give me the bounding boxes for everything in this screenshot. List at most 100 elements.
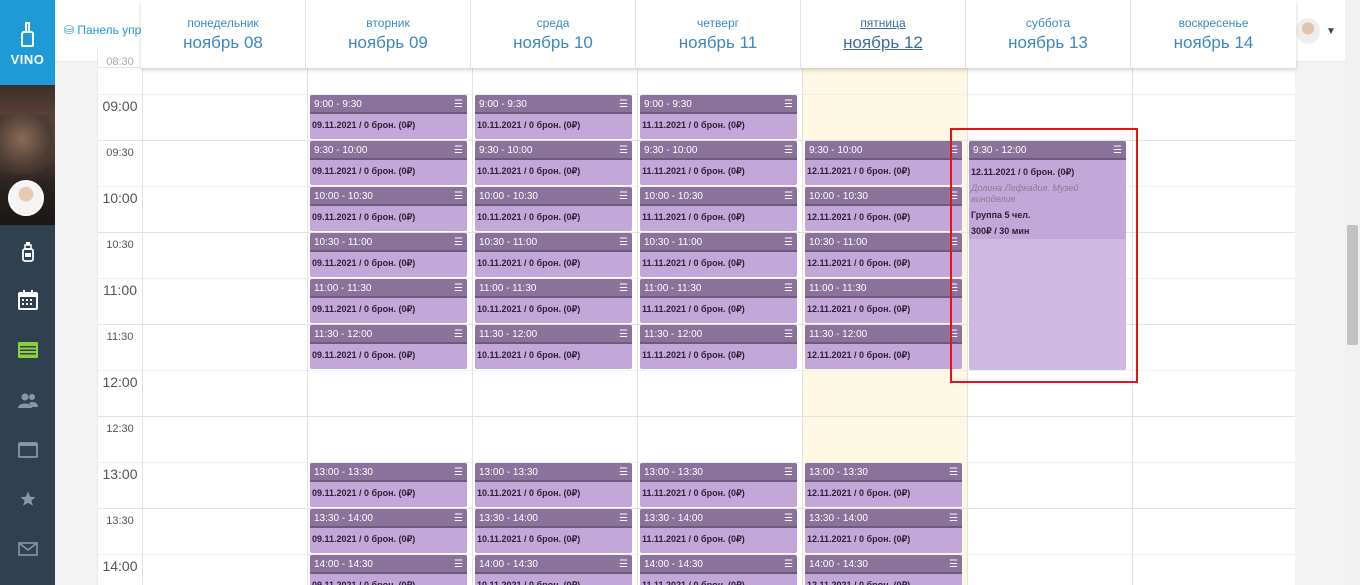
list-icon[interactable]: ☰: [619, 509, 628, 528]
list-icon[interactable]: ☰: [784, 233, 793, 252]
bottle-icon[interactable]: [0, 237, 55, 267]
database-icon: ⛁: [64, 23, 78, 37]
scrollbar-thumb[interactable]: [1347, 225, 1358, 345]
list-icon[interactable]: ☰: [619, 555, 628, 574]
control-panel-link[interactable]: ⛁ Панель упр: [64, 23, 141, 37]
list-icon[interactable]: ☰: [619, 141, 628, 160]
caret-down-icon: ▼: [1326, 26, 1336, 37]
event-card[interactable]: 10:30 - 11:00 ☰ 12.11.2021 / 0 брон. (0₽): [805, 233, 962, 277]
list-icon[interactable]: ☰: [784, 509, 793, 528]
highlight-annotation: [950, 128, 1138, 383]
list-icon[interactable]: ☰: [949, 463, 958, 482]
time-label: 13:30: [106, 515, 134, 527]
logo-text: VINO: [10, 52, 45, 67]
event-card[interactable]: 10:30 - 11:00 ☰ 11.11.2021 / 0 брон. (0₽): [640, 233, 797, 277]
calendar-icon[interactable]: [0, 285, 55, 315]
day-header-sunday[interactable]: воскресенье ноябрь 14: [1131, 0, 1296, 68]
user-menu[interactable]: ▼: [1296, 18, 1336, 48]
event-card[interactable]: 13:00 - 13:30 ☰ 10.11.2021 / 0 брон. (0₽): [475, 463, 632, 507]
event-card[interactable]: 9:30 - 10:00 ☰ 09.11.2021 / 0 брон. (0₽): [310, 141, 467, 185]
list-icon[interactable]: ☰: [454, 509, 463, 528]
day-header-friday[interactable]: пятница ноябрь 12: [801, 0, 966, 68]
time-label: 12:00: [102, 374, 138, 390]
event-card[interactable]: 10:00 - 10:30 ☰ 10.11.2021 / 0 брон. (0₽): [475, 187, 632, 231]
day-header-thursday[interactable]: четверг ноябрь 11: [636, 0, 801, 68]
event-card[interactable]: 11:30 - 12:00 ☰ 11.11.2021 / 0 брон. (0₽): [640, 325, 797, 369]
event-card[interactable]: 13:30 - 14:00 ☰ 10.11.2021 / 0 брон. (0₽): [475, 509, 632, 553]
event-card[interactable]: 9:00 - 9:30 ☰ 11.11.2021 / 0 брон. (0₽): [640, 95, 797, 139]
list-icon[interactable]: ☰: [454, 325, 463, 344]
event-card[interactable]: 14:00 - 14:30 ☰ 12.11.2021 / 0 брон. (0₽): [805, 555, 962, 585]
event-card[interactable]: 9:30 - 10:00 ☰ 10.11.2021 / 0 брон. (0₽): [475, 141, 632, 185]
event-card[interactable]: 11:30 - 12:00 ☰ 09.11.2021 / 0 брон. (0₽): [310, 325, 467, 369]
list-icon[interactable]: ☰: [619, 233, 628, 252]
day-header-saturday[interactable]: суббота ноябрь 13: [966, 0, 1131, 68]
time-label: 12:30: [106, 423, 134, 435]
day-header-wednesday[interactable]: среда ноябрь 10: [471, 0, 636, 68]
time-label: 14:00: [102, 558, 138, 574]
list-icon[interactable]: ☰: [784, 463, 793, 482]
event-card[interactable]: 9:30 - 10:00 ☰ 12.11.2021 / 0 брон. (0₽): [805, 141, 962, 185]
event-card[interactable]: 13:30 - 14:00 ☰ 12.11.2021 / 0 брон. (0₽): [805, 509, 962, 553]
event-card[interactable]: 11:30 - 12:00 ☰ 10.11.2021 / 0 брон. (0₽): [475, 325, 632, 369]
list-icon[interactable]: ☰: [454, 463, 463, 482]
list-icon[interactable]: [0, 335, 55, 365]
time-label: 09:00: [102, 98, 138, 114]
list-icon[interactable]: ☰: [619, 463, 628, 482]
list-icon[interactable]: ☰: [619, 325, 628, 344]
list-icon[interactable]: ☰: [454, 279, 463, 298]
event-card[interactable]: 11:00 - 11:30 ☰ 10.11.2021 / 0 брон. (0₽): [475, 279, 632, 323]
event-card[interactable]: 11:00 - 11:30 ☰ 12.11.2021 / 0 брон. (0₽): [805, 279, 962, 323]
day-header-monday[interactable]: понедельник ноябрь 08: [141, 0, 306, 68]
list-icon[interactable]: ☰: [454, 555, 463, 574]
list-icon[interactable]: ☰: [619, 187, 628, 206]
list-icon[interactable]: ☰: [949, 509, 958, 528]
event-card[interactable]: 9:00 - 9:30 ☰ 09.11.2021 / 0 брон. (0₽): [310, 95, 467, 139]
list-icon[interactable]: ☰: [784, 187, 793, 206]
event-card[interactable]: 9:00 - 9:30 ☰ 10.11.2021 / 0 брон. (0₽): [475, 95, 632, 139]
event-card[interactable]: 11:30 - 12:00 ☰ 12.11.2021 / 0 брон. (0₽): [805, 325, 962, 369]
time-label: 13:00: [102, 466, 138, 482]
day-header-tuesday[interactable]: вторник ноябрь 09: [306, 0, 471, 68]
list-icon[interactable]: ☰: [454, 233, 463, 252]
star-icon[interactable]: [0, 484, 55, 514]
list-icon[interactable]: ☰: [454, 187, 463, 206]
app-logo[interactable]: VINO: [0, 0, 55, 85]
event-card[interactable]: 14:00 - 14:30 ☰ 11.11.2021 / 0 брон. (0₽): [640, 555, 797, 585]
event-card[interactable]: 9:30 - 10:00 ☰ 11.11.2021 / 0 брон. (0₽): [640, 141, 797, 185]
event-card[interactable]: 10:00 - 10:30 ☰ 12.11.2021 / 0 брон. (0₽): [805, 187, 962, 231]
users-icon[interactable]: [0, 385, 55, 415]
event-card[interactable]: 11:00 - 11:30 ☰ 09.11.2021 / 0 брон. (0₽): [310, 279, 467, 323]
event-card[interactable]: 11:00 - 11:30 ☰ 11.11.2021 / 0 брон. (0₽): [640, 279, 797, 323]
event-card[interactable]: 14:00 - 14:30 ☰ 10.11.2021 / 0 брон. (0₽): [475, 555, 632, 585]
sidebar: VINO: [0, 0, 55, 585]
event-card[interactable]: 13:00 - 13:30 ☰ 12.11.2021 / 0 брон. (0₽): [805, 463, 962, 507]
time-label: 11:30: [106, 331, 134, 343]
list-icon[interactable]: ☰: [784, 95, 793, 114]
list-icon[interactable]: ☰: [784, 555, 793, 574]
bottle-logo-icon: [21, 22, 34, 48]
event-card[interactable]: 14:00 - 14:30 ☰ 09.11.2021 / 0 брон. (0₽): [310, 555, 467, 585]
list-icon[interactable]: ☰: [454, 95, 463, 114]
event-card[interactable]: 13:00 - 13:30 ☰ 11.11.2021 / 0 брон. (0₽): [640, 463, 797, 507]
event-card[interactable]: 10:30 - 11:00 ☰ 09.11.2021 / 0 брон. (0₽): [310, 233, 467, 277]
list-icon[interactable]: ☰: [454, 141, 463, 160]
event-card[interactable]: 10:00 - 10:30 ☰ 11.11.2021 / 0 брон. (0₽): [640, 187, 797, 231]
mail-icon[interactable]: [0, 534, 55, 564]
event-card[interactable]: 10:00 - 10:30 ☰ 09.11.2021 / 0 брон. (0₽): [310, 187, 467, 231]
list-icon[interactable]: ☰: [949, 555, 958, 574]
time-label: 10:30: [106, 239, 134, 251]
event-card[interactable]: 13:30 - 14:00 ☰ 09.11.2021 / 0 брон. (0₽): [310, 509, 467, 553]
list-icon[interactable]: ☰: [784, 279, 793, 298]
time-label: 10:00: [102, 190, 138, 206]
time-label: 09:30: [106, 147, 134, 159]
list-icon[interactable]: ☰: [784, 141, 793, 160]
list-icon[interactable]: ☰: [619, 95, 628, 114]
window-icon[interactable]: [0, 435, 55, 465]
avatar[interactable]: [8, 180, 44, 216]
event-card[interactable]: 13:30 - 14:00 ☰ 11.11.2021 / 0 брон. (0₽): [640, 509, 797, 553]
event-card[interactable]: 13:00 - 13:30 ☰ 09.11.2021 / 0 брон. (0₽): [310, 463, 467, 507]
list-icon[interactable]: ☰: [784, 325, 793, 344]
list-icon[interactable]: ☰: [619, 279, 628, 298]
event-card[interactable]: 10:30 - 11:00 ☰ 10.11.2021 / 0 брон. (0₽): [475, 233, 632, 277]
